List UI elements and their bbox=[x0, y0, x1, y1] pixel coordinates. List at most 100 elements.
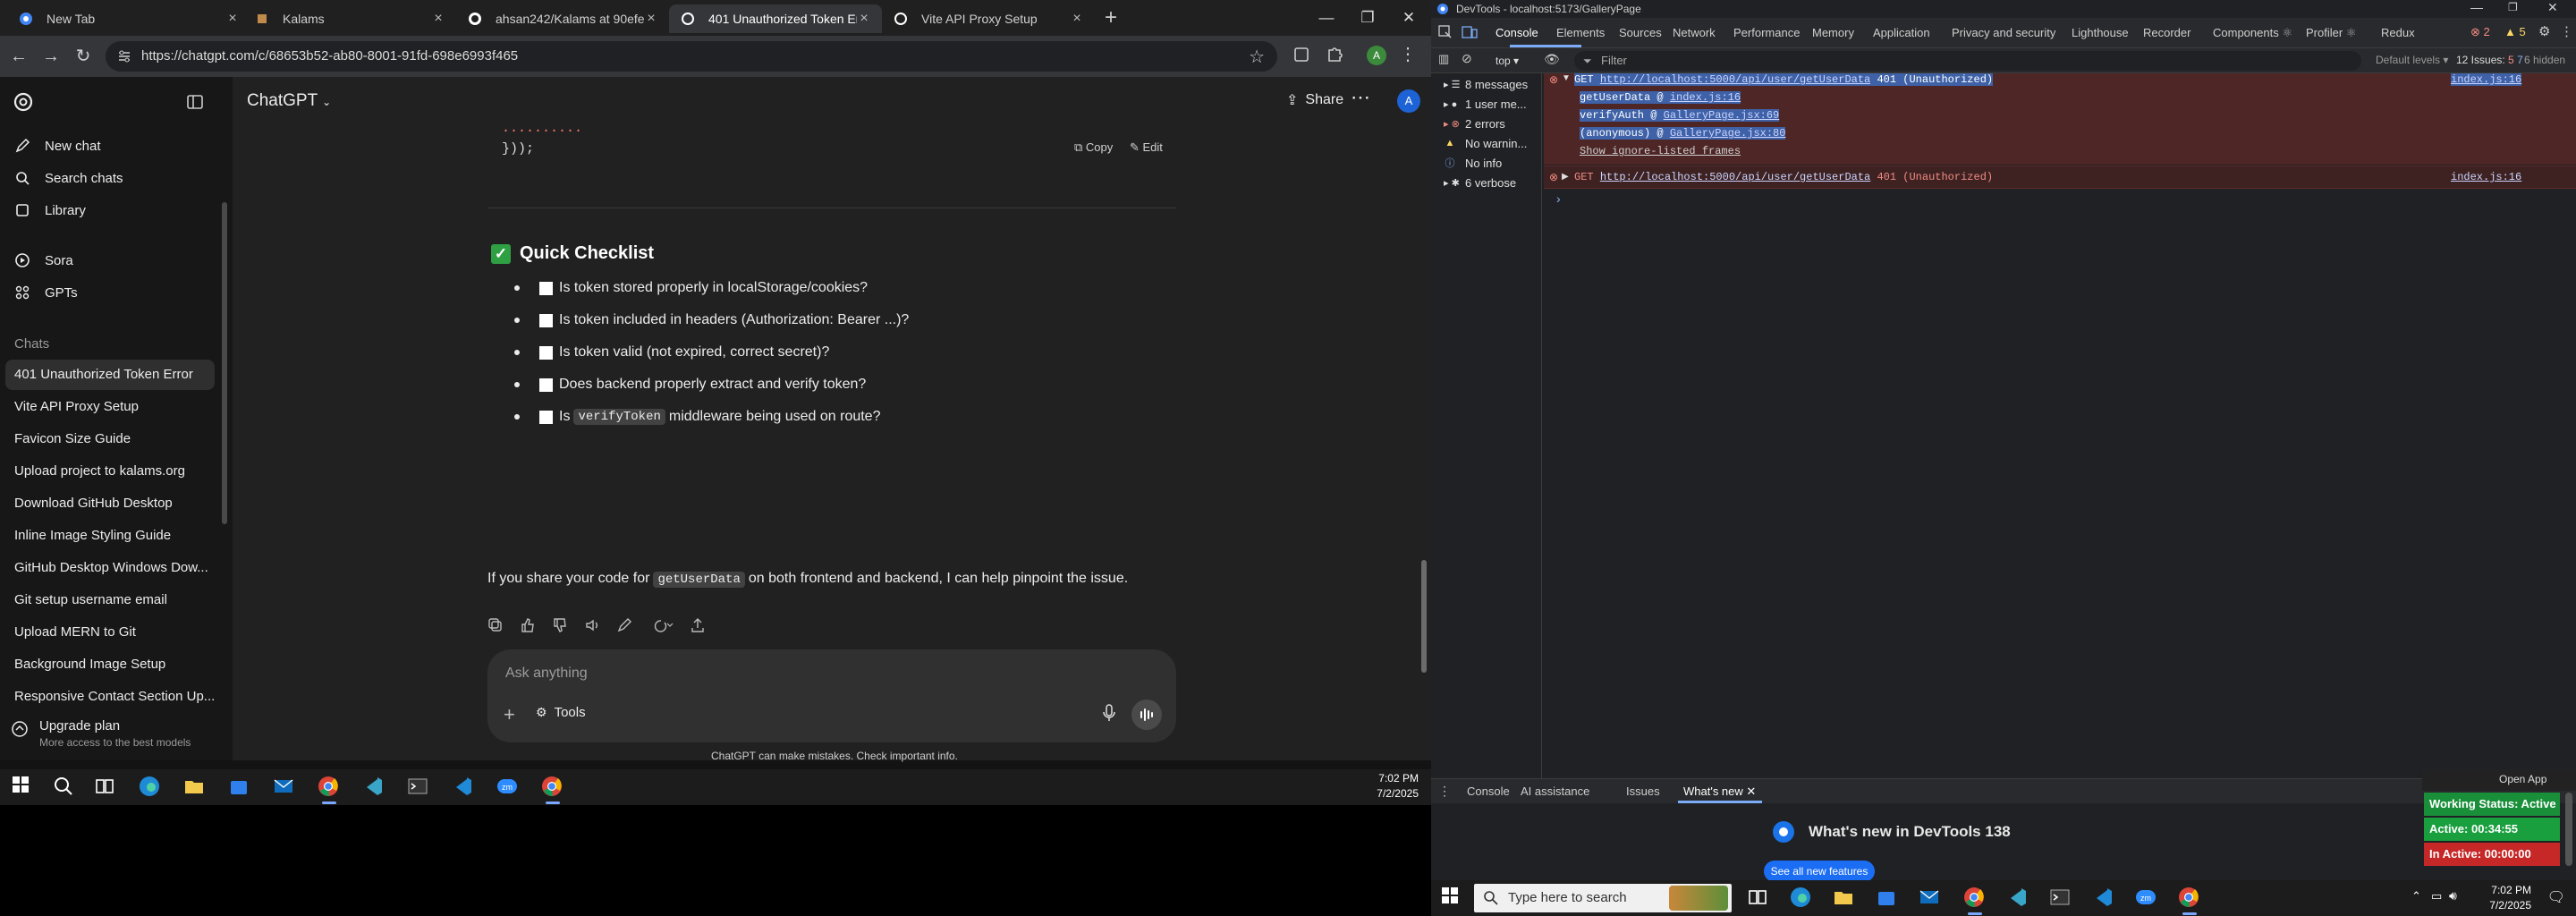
search-icon[interactable] bbox=[52, 775, 77, 800]
avatar[interactable]: A bbox=[1397, 89, 1420, 113]
tab-performance[interactable]: Performance bbox=[1733, 26, 1800, 39]
issues-counter[interactable]: 12 Issues: 5 7 bbox=[2456, 54, 2523, 66]
log-levels-dropdown[interactable]: Default levels ▾ bbox=[2376, 54, 2448, 66]
stack-location[interactable]: index.js:16 bbox=[1669, 91, 1741, 104]
more-options-icon[interactable]: ⋯ bbox=[1351, 86, 1370, 109]
thumbs-up-icon[interactable] bbox=[520, 617, 536, 633]
close-icon[interactable]: × bbox=[225, 12, 240, 26]
copy-icon[interactable] bbox=[487, 617, 504, 633]
tab-lighthouse[interactable]: Lighthouse bbox=[2072, 26, 2129, 39]
more-options-icon[interactable]: ⋮ bbox=[2560, 23, 2573, 39]
taskbar-clock[interactable]: 7:02 PM 7/2/2025 bbox=[1377, 771, 1419, 802]
thumbs-down-icon[interactable] bbox=[552, 617, 568, 633]
task-view-icon[interactable] bbox=[93, 775, 118, 800]
chat-item[interactable]: GitHub Desktop Windows Dow... bbox=[5, 553, 215, 583]
drawer-tab-ai-assistance[interactable]: AI assistance bbox=[1521, 785, 1589, 798]
close-icon[interactable]: × bbox=[1070, 12, 1084, 26]
tab-vite-proxy[interactable]: Vite API Proxy Setup × bbox=[882, 4, 1095, 33]
store-icon[interactable] bbox=[1875, 886, 1900, 911]
task-view-icon[interactable] bbox=[1746, 886, 1771, 911]
tab-application[interactable]: Application bbox=[1873, 26, 1930, 39]
widget-scrollbar[interactable] bbox=[2565, 793, 2572, 866]
tab-new-tab[interactable]: New Tab × bbox=[7, 4, 250, 33]
close-icon[interactable]: × bbox=[857, 12, 871, 26]
chat-item[interactable]: Inline Image Styling Guide bbox=[5, 521, 215, 551]
expand-triangle-icon[interactable]: ▶ bbox=[1562, 172, 1569, 182]
edit-code-button[interactable]: ✎ Edit bbox=[1130, 140, 1163, 155]
context-selector[interactable]: top ▾ bbox=[1496, 52, 1537, 70]
chat-item[interactable]: 401 Unauthorized Token Error bbox=[5, 360, 215, 390]
collapse-triangle-icon[interactable]: ▼ bbox=[1562, 73, 1571, 83]
zoom-icon[interactable]: zm bbox=[496, 775, 521, 800]
windows-start-icon[interactable] bbox=[11, 775, 36, 800]
console-filter-input[interactable]: ⏷ Filter bbox=[1574, 51, 2361, 71]
tab-console[interactable]: Console bbox=[1496, 26, 1538, 39]
taskbar-clock[interactable]: 7:02 PM 7/2/2025 bbox=[2489, 883, 2531, 913]
chat-item[interactable]: Vite API Proxy Setup bbox=[5, 392, 215, 422]
sidebar-verbose[interactable]: ▸ ✱ 6 verbose bbox=[1444, 174, 1516, 191]
chrome-icon[interactable] bbox=[540, 775, 565, 804]
source-link[interactable]: index.js:16 bbox=[2451, 171, 2521, 183]
zoom-icon[interactable]: zm bbox=[2134, 886, 2159, 911]
chrome-icon[interactable] bbox=[2177, 886, 2202, 915]
chrome-icon[interactable] bbox=[1962, 886, 1987, 915]
source-link[interactable]: index.js:16 bbox=[2451, 73, 2522, 86]
inspect-element-icon[interactable] bbox=[1438, 25, 1453, 39]
read-aloud-icon[interactable] bbox=[584, 617, 600, 633]
vscode-icon[interactable] bbox=[2091, 886, 2116, 911]
chevron-up-icon[interactable]: ⌃ bbox=[2411, 889, 2421, 903]
error-url[interactable]: http://localhost:5000/api/user/getUserDa… bbox=[1600, 171, 1870, 183]
tab-redux[interactable]: Redux bbox=[2381, 26, 2415, 39]
gear-icon[interactable]: ⚙ bbox=[2538, 23, 2550, 39]
vscode-alt-icon[interactable] bbox=[2005, 886, 2030, 911]
chrome-icon[interactable] bbox=[317, 775, 342, 804]
address-bar[interactable]: https://chatgpt.com/c/68653b52-ab80-8001… bbox=[106, 41, 1277, 72]
vscode-alt-icon[interactable] bbox=[361, 775, 386, 800]
eye-icon[interactable]: 👁 bbox=[1544, 52, 1560, 67]
forward-button[interactable]: → bbox=[39, 45, 63, 68]
share-button[interactable]: ⇪ Share bbox=[1286, 91, 1343, 109]
edit-icon[interactable] bbox=[616, 617, 632, 633]
volume-icon[interactable]: 🔊︎ bbox=[2449, 888, 2457, 903]
maximize-button[interactable]: ❐ bbox=[1354, 5, 1381, 30]
tab-memory[interactable]: Memory bbox=[1812, 26, 1854, 39]
console-error-collapsed[interactable]: ⊗ ▶ GET http://localhost:5000/api/user/g… bbox=[1544, 165, 2576, 189]
file-explorer-icon[interactable] bbox=[1832, 886, 1857, 911]
browser-menu-icon[interactable]: ⋮ bbox=[1399, 43, 1417, 65]
console-error-expanded[interactable]: ⊗ ▼ GET http://localhost:5000/api/user/g… bbox=[1544, 73, 2576, 165]
error-url[interactable]: http://localhost:5000/api/user/getUserDa… bbox=[1599, 73, 1871, 86]
mail-icon[interactable] bbox=[1918, 886, 1943, 911]
store-icon[interactable] bbox=[227, 775, 252, 800]
chat-item[interactable]: Download GitHub Desktop bbox=[5, 488, 215, 519]
tab-github[interactable]: ahsan242/Kalams at 90efe73b9... × bbox=[456, 4, 669, 33]
open-app-button[interactable]: Open App bbox=[2422, 769, 2576, 791]
tab-recorder[interactable]: Recorder bbox=[2143, 26, 2190, 39]
sidebar-toggle-icon[interactable]: ▥ bbox=[1438, 52, 1449, 66]
terminal-icon[interactable] bbox=[2048, 886, 2073, 911]
close-icon[interactable]: × bbox=[644, 12, 658, 26]
chat-item[interactable]: Background Image Setup bbox=[5, 649, 215, 680]
clear-console-icon[interactable]: ⊘ bbox=[1462, 51, 1472, 66]
console-prompt-icon[interactable]: › bbox=[1556, 191, 1561, 206]
tab-profiler[interactable]: Profiler ⚛ bbox=[2306, 26, 2356, 40]
warning-count-badge[interactable]: ▲ 5 bbox=[2504, 25, 2526, 38]
chat-item[interactable]: Upload project to kalams.org bbox=[5, 456, 215, 487]
tab-components[interactable]: Components ⚛ bbox=[2213, 26, 2292, 40]
tab-network[interactable]: Network bbox=[1673, 26, 1716, 39]
share-icon[interactable] bbox=[690, 617, 706, 633]
network-icon[interactable]: ▭ bbox=[2431, 889, 2442, 903]
minimize-button[interactable]: — bbox=[2470, 0, 2483, 14]
close-icon[interactable]: × bbox=[431, 12, 445, 26]
chat-item[interactable]: Favicon Size Guide bbox=[5, 424, 215, 454]
profile-avatar[interactable]: A bbox=[1367, 46, 1386, 65]
sidebar-info[interactable]: ⓘ No info bbox=[1444, 154, 1503, 172]
minimize-button[interactable]: — bbox=[1313, 5, 1340, 30]
taskbar-search-box[interactable]: Type here to search bbox=[1474, 884, 1732, 912]
close-window-button[interactable]: ✕ bbox=[1395, 5, 1422, 30]
sidebar-item-library[interactable]: Library bbox=[13, 197, 86, 224]
upgrade-plan-button[interactable]: Upgrade plan More access to the best mod… bbox=[9, 717, 224, 756]
main-scrollbar[interactable] bbox=[1421, 560, 1427, 673]
composer[interactable]: Ask anything + ⚙ Tools bbox=[487, 649, 1176, 742]
bookmark-star-icon[interactable]: ☆ bbox=[1249, 46, 1265, 68]
terminal-icon[interactable] bbox=[406, 775, 431, 800]
